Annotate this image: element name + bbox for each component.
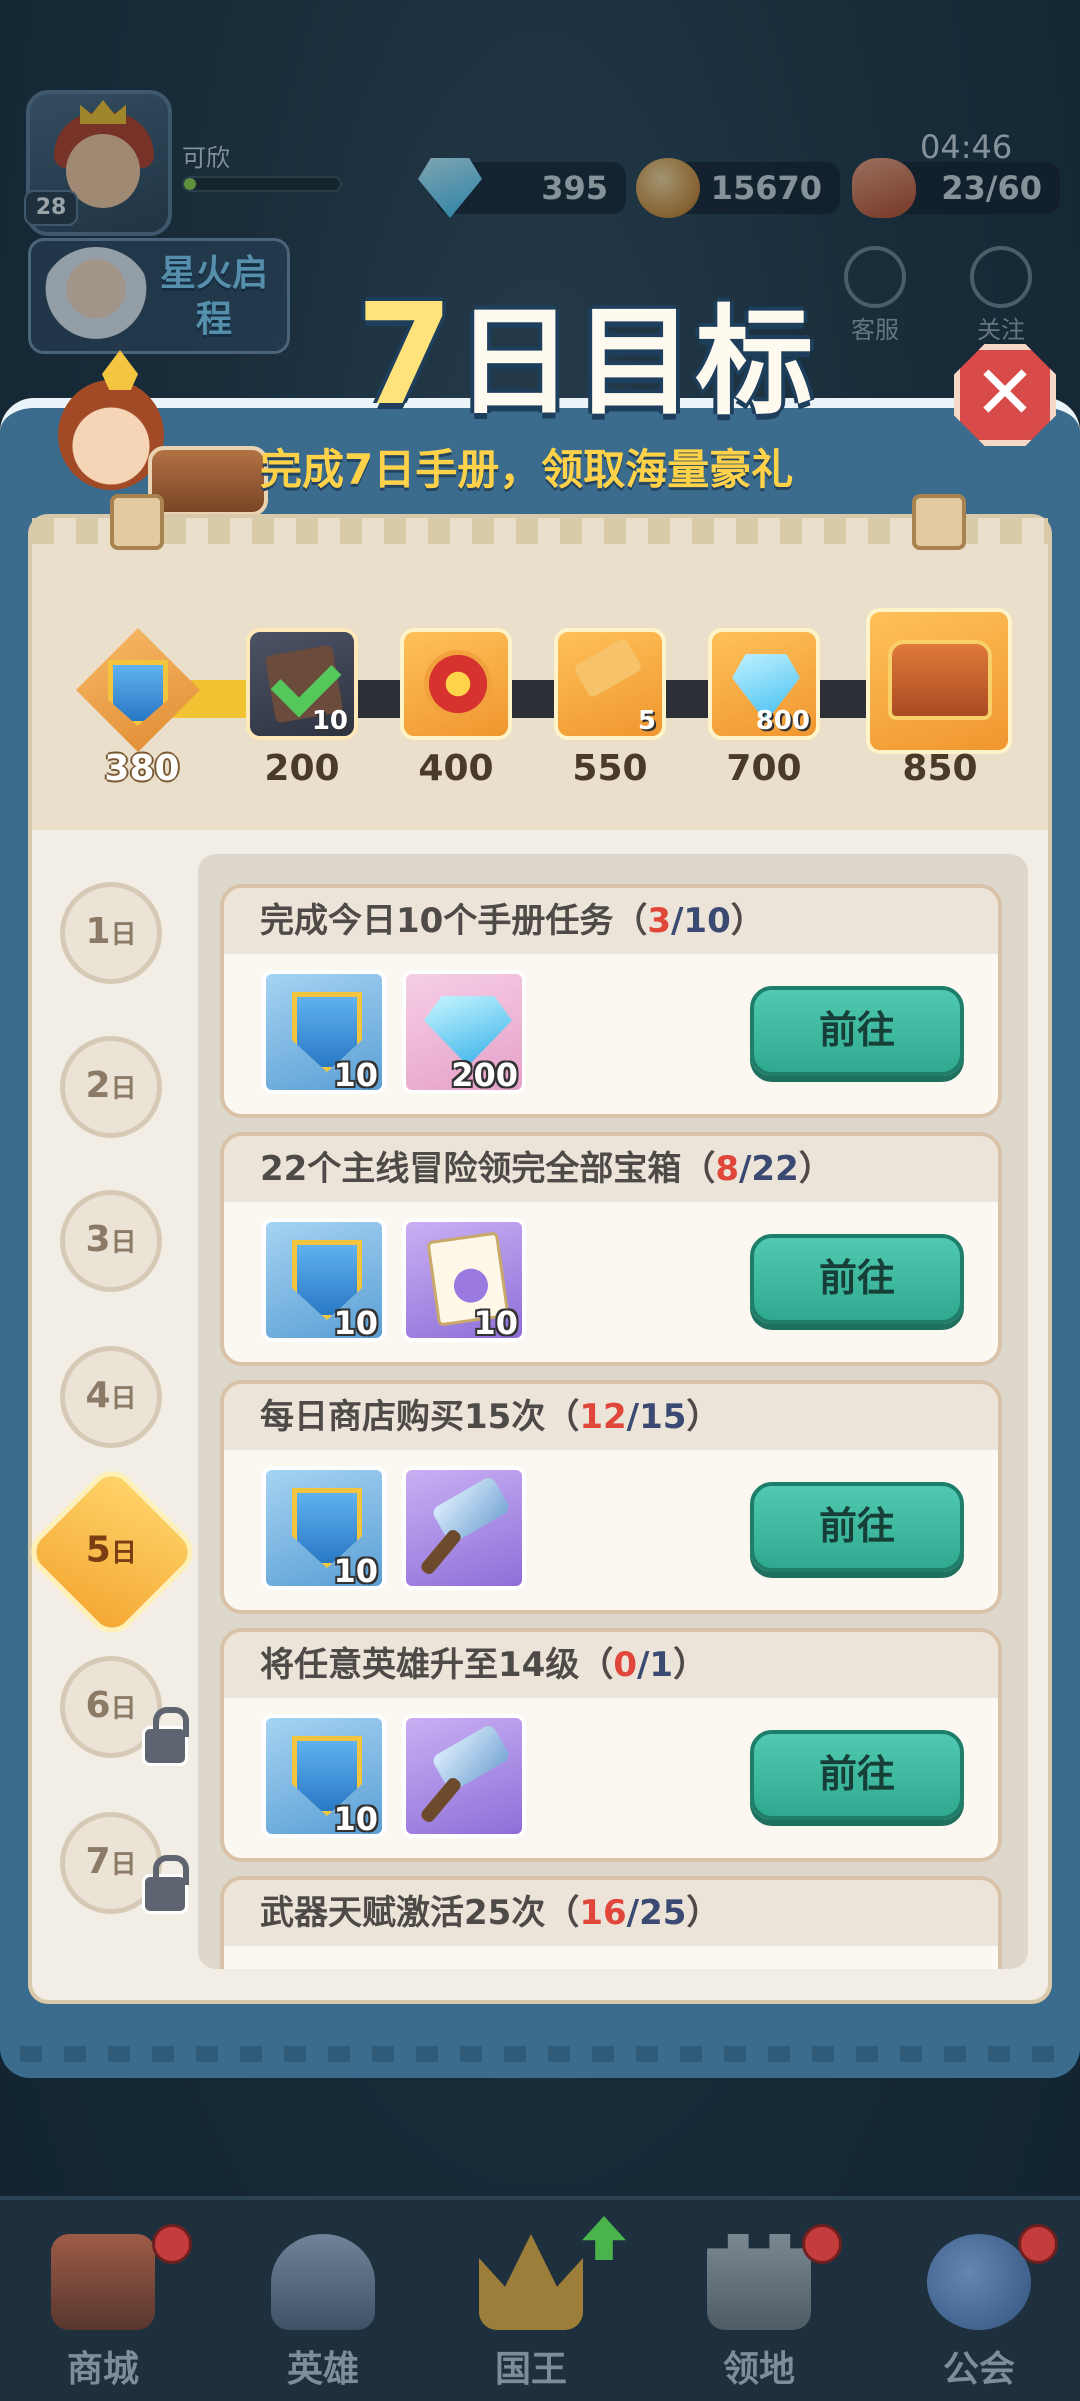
task-title: 每日商店购买15次（12/15） (224, 1384, 998, 1450)
reward-item[interactable]: 10 (402, 1218, 526, 1342)
nav-label: 国王 (494, 2349, 567, 2390)
day-number: 2 (85, 1065, 111, 1106)
day-number: 6 (85, 1685, 111, 1726)
reward-qty: 10 (333, 1056, 378, 1094)
dialog-title: 7日目标 (356, 286, 815, 426)
notification-dot (802, 2224, 842, 2264)
crown-icon (479, 2234, 583, 2330)
nav-label: 英雄 (286, 2349, 359, 2390)
go-button[interactable]: 前往 (750, 986, 964, 1076)
hammer-icon (573, 637, 643, 699)
milestone-reward[interactable]: 800 (708, 628, 820, 740)
day-number: 7 (85, 1841, 111, 1882)
hammer-icon (430, 1723, 512, 1793)
task-card: 武器天赋激活25次（16/25） (220, 1876, 1002, 1969)
task-title: 将任意英雄升至14级（0/1） (224, 1632, 998, 1698)
reward-item[interactable]: 10 (262, 970, 386, 1094)
day-number: 4 (85, 1375, 111, 1416)
helmet-icon (271, 2234, 375, 2330)
nav-heroes[interactable]: 英雄 (248, 2234, 398, 2392)
day-suffix: 日 (110, 1850, 137, 1880)
reward-qty: 200 (451, 1056, 518, 1094)
milestone-points: 200 (264, 748, 340, 789)
day-tab-2[interactable]: 2日 (60, 1036, 162, 1138)
lock-icon (142, 1707, 189, 1766)
reward-qty: 10 (333, 1552, 378, 1590)
nav-label: 公会 (942, 2349, 1015, 2390)
day-tab-4[interactable]: 4日 (60, 1346, 162, 1448)
day-suffix: 日 (110, 1694, 137, 1724)
day-number: 3 (85, 1219, 111, 1260)
milestone-points: 700 (726, 748, 802, 789)
reward-qty: 10 (473, 1304, 518, 1342)
title-number: 7 (356, 274, 456, 437)
day-suffix: 日 (110, 1384, 137, 1414)
reward-qty: 10 (333, 1800, 378, 1838)
reward-item[interactable]: 200 (402, 970, 526, 1094)
paper-clip-left (110, 494, 164, 550)
milestone-reward[interactable] (866, 608, 1012, 754)
notification-dot (1018, 2224, 1058, 2264)
shop-icon (51, 2234, 155, 2330)
task-title: 武器天赋激活25次（16/25） (224, 1880, 998, 1946)
task-card: 完成今日10个手册任务（3/10） 10 200 前往 (220, 884, 1002, 1118)
milestone-points: 400 (418, 748, 494, 789)
day-suffix: 日 (111, 1538, 138, 1569)
milestone-points: 550 (572, 748, 648, 789)
task-title: 完成今日10个手册任务（3/10） (224, 888, 998, 954)
task-list[interactable]: 完成今日10个手册任务（3/10） 10 200 前往 22个主线冒险领完全部宝… (198, 854, 1028, 1969)
milestone-reward[interactable]: 10 (246, 628, 358, 740)
planet-icon (927, 2234, 1031, 2330)
go-button[interactable]: 前往 (750, 1234, 964, 1324)
paper-clip-right (912, 494, 966, 550)
current-points: 380 (104, 748, 180, 789)
treasure-chest-icon (888, 640, 992, 720)
nav-shop[interactable]: 商城 (28, 2234, 178, 2392)
milestone-qty: 5 (637, 706, 656, 736)
nav-king[interactable]: 国王 (456, 2234, 606, 2392)
milestone-reward[interactable] (400, 628, 512, 740)
token-icon (424, 650, 492, 718)
reward-item[interactable]: 10 (262, 1466, 386, 1590)
go-button[interactable]: 前往 (750, 1730, 964, 1820)
milestone-reward[interactable]: 5 (554, 628, 666, 740)
title-text: 日目标 (455, 293, 816, 431)
hammer-icon (430, 1475, 512, 1545)
reward-item[interactable]: 10 (262, 1714, 386, 1838)
milestone-qty: 800 (755, 706, 810, 736)
reward-item[interactable]: 10 (262, 1218, 386, 1342)
reward-qty: 10 (333, 1304, 378, 1342)
task-card: 将任意英雄升至14级（0/1） 10 前往 (220, 1628, 1002, 1862)
day-suffix: 日 (110, 1074, 137, 1104)
day-number: 5 (86, 1529, 112, 1571)
castle-icon (707, 2234, 811, 2330)
task-card: 22个主线冒险领完全部宝箱（8/22） 10 10 前往 (220, 1132, 1002, 1366)
day-suffix: 日 (110, 1228, 137, 1258)
day-tab-1[interactable]: 1日 (60, 882, 162, 984)
lock-icon (142, 1855, 189, 1914)
day-number: 1 (85, 911, 111, 952)
task-title: 22个主线冒险领完全部宝箱（8/22） (224, 1136, 998, 1202)
reward-item[interactable] (402, 1466, 526, 1590)
nav-label: 领地 (722, 2349, 795, 2390)
notification-dot (152, 2224, 192, 2264)
nav-label: 商城 (66, 2349, 139, 2390)
dialog-subtitle: 完成7日手册，领取海量豪礼 (260, 445, 794, 494)
milestone-points: 850 (902, 748, 978, 789)
reward-item[interactable] (402, 1714, 526, 1838)
go-button[interactable]: 前往 (750, 1482, 964, 1572)
close-icon: ✕ (973, 350, 1036, 436)
task-card: 每日商店购买15次（12/15） 10 前往 (220, 1380, 1002, 1614)
bottom-navigation: 商城 英雄 国王 领地 公会 (0, 2196, 1080, 2401)
day-tab-3[interactable]: 3日 (60, 1190, 162, 1292)
milestone-qty: 10 (311, 706, 348, 736)
day-suffix: 日 (110, 920, 137, 950)
